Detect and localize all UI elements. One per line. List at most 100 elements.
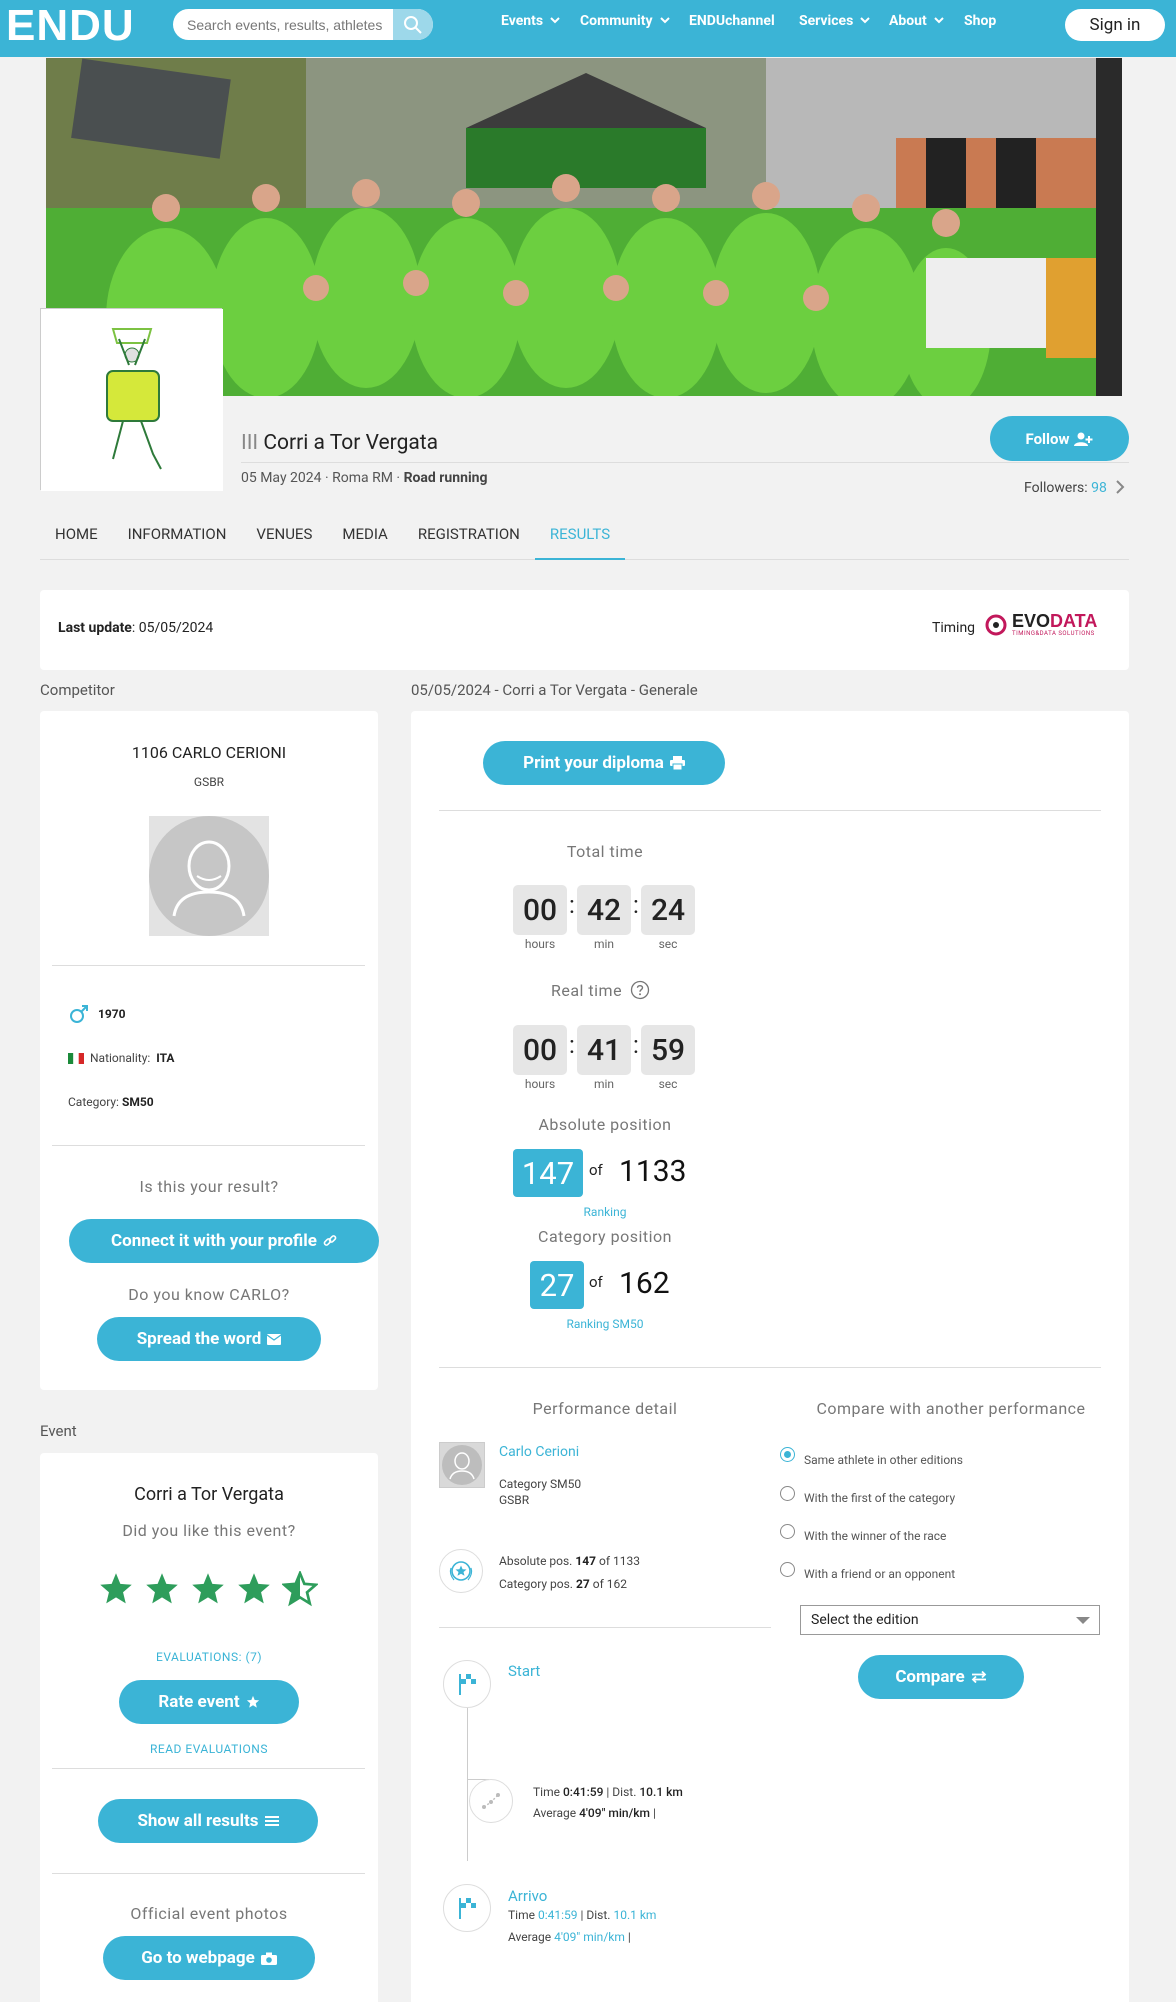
tab-registration[interactable]: REGISTRATION (403, 523, 535, 560)
tab-media[interactable]: MEDIA (327, 523, 402, 560)
category-row: Category: SM50 (68, 1095, 154, 1109)
envelope-icon (267, 1333, 282, 1345)
real-time-seconds: 59 (641, 1025, 695, 1075)
nationality-row: Nationality: ITA (68, 1051, 175, 1065)
search-icon (404, 15, 422, 34)
ranking-category-link[interactable]: Ranking SM50 (411, 1317, 799, 1331)
event-logo (40, 308, 223, 491)
spread-word-button[interactable]: Spread the word (97, 1317, 321, 1361)
printer-icon (669, 756, 685, 770)
event-card: Corri a Tor Vergata Did you like this ev… (40, 1453, 378, 2002)
know-athlete-text: Do you know CARLO? (128, 1285, 290, 1304)
follow-label: Follow (1025, 429, 1070, 448)
nav-item-enduchannel[interactable]: ENDUchannel (689, 13, 775, 29)
sign-in-button[interactable]: Sign in (1065, 9, 1165, 41)
avatar (149, 816, 269, 936)
rate-event-button[interactable]: Rate event (119, 1680, 299, 1724)
finish-average-value: 4'09" min/km (554, 1930, 625, 1944)
tab-results[interactable]: RESULTS (534, 523, 626, 560)
split-dist-label: Dist. (612, 1785, 637, 1799)
search-input[interactable] (187, 9, 393, 40)
compare-radio-winner[interactable] (780, 1524, 795, 1539)
event-meta: 05 May 2024 · Roma RM · Road running (241, 470, 488, 486)
ranking-link[interactable]: Ranking (411, 1205, 799, 1219)
nav-item-events[interactable]: Events (501, 13, 563, 29)
read-evaluations-link[interactable]: READ EVALUATIONS (40, 1742, 378, 1756)
tab-venues[interactable]: VENUES (241, 523, 327, 560)
endu-logo[interactable]: ENDU (6, 1, 135, 51)
nav-item-services[interactable]: Services (799, 13, 873, 29)
time-separator: : (633, 1031, 639, 1059)
user-avatar-icon (442, 1445, 482, 1485)
hours-unit: hours (524, 1077, 556, 1091)
male-icon (70, 1005, 88, 1023)
add-user-icon (1074, 432, 1093, 446)
print-diploma-button[interactable]: Print your diploma (483, 741, 725, 785)
finish-marker (443, 1884, 491, 1932)
compare-radio-same-athlete[interactable] (780, 1447, 795, 1462)
split-average-row: Average 4'09" min/km | (533, 1806, 656, 1820)
followers-count[interactable]: Followers: 98 (1024, 480, 1126, 496)
nav-item-shop[interactable]: Shop (964, 13, 996, 29)
edition-select[interactable]: Select the edition (800, 1605, 1100, 1635)
title-divider (241, 462, 1129, 463)
event-title: III Corri a Tor Vergata (241, 431, 438, 455)
search-box (173, 9, 433, 40)
followers-number: 98 (1091, 480, 1107, 496)
start-label[interactable]: Start (508, 1662, 540, 1680)
athlete-name-link[interactable]: Carlo Cerioni (499, 1444, 579, 1460)
link-icon (323, 1235, 337, 1246)
event-discipline: Road running (403, 470, 488, 486)
finish-dist-label: Dist. (586, 1908, 611, 1922)
category-value: SM50 (121, 1095, 154, 1109)
rating-stars[interactable] (98, 1571, 318, 1607)
compare-button[interactable]: Compare (858, 1655, 1024, 1699)
nav-item-community[interactable]: Community (580, 13, 673, 29)
time-separator: : (569, 891, 575, 919)
award-icon (449, 1561, 473, 1581)
top-navigation-bar: ENDU Events Community ENDUchannel Servic… (0, 0, 1176, 57)
checkered-flag-icon (459, 1898, 476, 1919)
compare-radio-first-category[interactable] (780, 1486, 795, 1501)
divider (439, 810, 1101, 811)
minutes-unit: min (593, 937, 615, 951)
divider (439, 1367, 1101, 1368)
real-time-heading: Real time (551, 980, 650, 1000)
compare-option-label: With the first of the category (804, 1491, 956, 1505)
star-icon (238, 1573, 270, 1604)
athlete-avatar (439, 1442, 485, 1488)
event-section-label: Event (40, 1422, 77, 1440)
real-time-hours: 00 (513, 1025, 567, 1075)
divider (52, 1768, 365, 1769)
compare-radio-friend[interactable] (780, 1562, 795, 1577)
follow-button[interactable]: Follow (990, 416, 1129, 461)
tab-home[interactable]: HOME (40, 523, 113, 560)
competitor-team: GSBR (193, 775, 225, 789)
evaluations-link[interactable]: EVALUATIONS: (7) (40, 1650, 378, 1664)
connect-profile-button[interactable]: Connect it with your profile (69, 1219, 379, 1263)
show-all-results-button[interactable]: Show all results (98, 1799, 318, 1843)
search-button[interactable] (393, 9, 433, 40)
go-to-webpage-button[interactable]: Go to webpage (103, 1936, 315, 1980)
split-average-value: 4'09" min/km (579, 1806, 650, 1820)
total-time-minutes: 42 (577, 885, 631, 935)
nav-item-about[interactable]: About (889, 13, 947, 29)
nav-label: Shop (964, 13, 997, 29)
divider (52, 965, 365, 966)
tab-information[interactable]: INFORMATION (113, 523, 242, 560)
split-time-value: 0:41:59 (562, 1785, 604, 1799)
finish-dist-value: 10.1 km (613, 1908, 657, 1922)
last-update-date: 05/05/2024 (138, 620, 214, 636)
evodata-logo[interactable]: EVODATA TIMING&DATA SOLUTIONS (984, 612, 1097, 637)
is-your-result-text: Is this your result? (139, 1177, 279, 1196)
absolute-position-value: 147 (513, 1149, 583, 1197)
finish-label[interactable]: Arrivo (508, 1887, 547, 1905)
star-icon (192, 1573, 224, 1604)
of-text: of (589, 1273, 603, 1291)
absolute-position-label: Absolute position (538, 1115, 672, 1134)
finish-time-row: Time 0:41:59 | Dist. 10.1 km (508, 1908, 657, 1922)
camera-icon (260, 1952, 277, 1965)
help-icon[interactable] (630, 980, 650, 1000)
category-pos-summary: Category pos. 27 of 162 (499, 1577, 627, 1591)
total-time-label: Total time (566, 842, 644, 861)
